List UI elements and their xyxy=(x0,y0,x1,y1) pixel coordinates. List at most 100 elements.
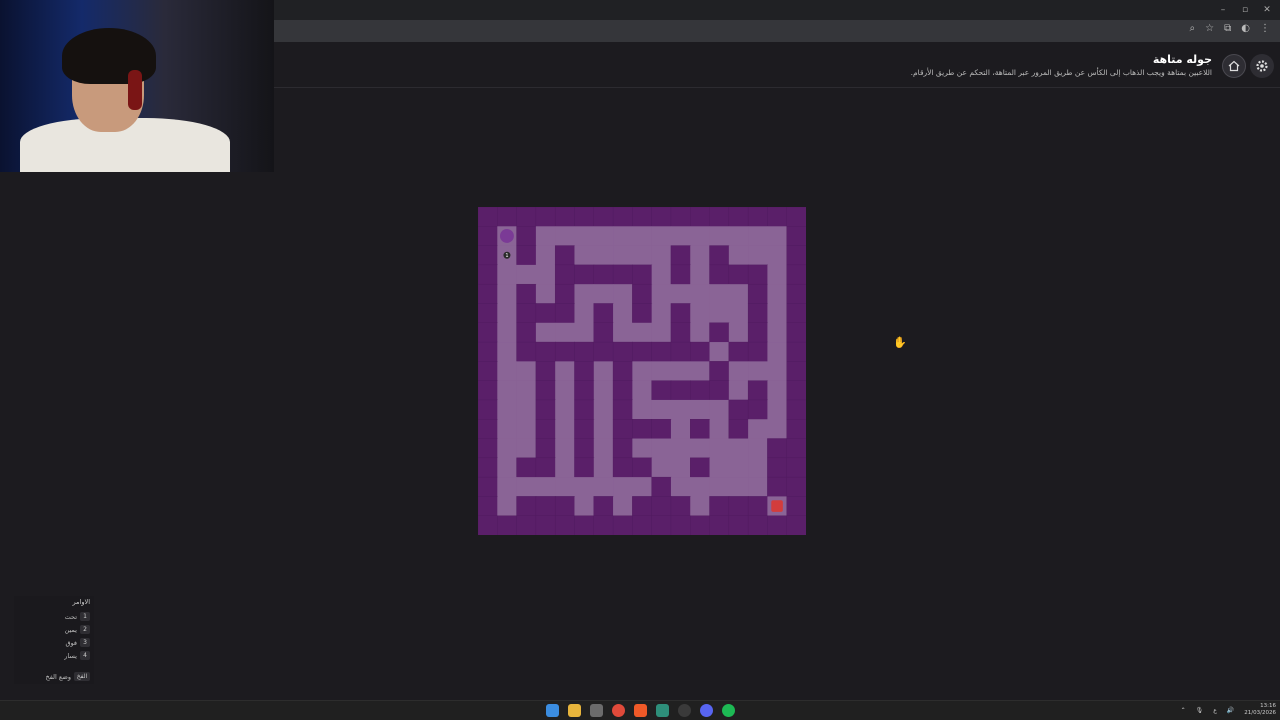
maze-path-cell xyxy=(690,477,710,497)
maze-wall-cell xyxy=(709,515,730,535)
maze-wall-cell xyxy=(747,207,768,227)
maze-wall-cell xyxy=(632,496,653,517)
maze-path-cell xyxy=(670,419,691,439)
maze-wall-cell xyxy=(767,476,788,497)
chrome-icon[interactable] xyxy=(612,704,625,717)
maze-wall-cell xyxy=(670,264,691,285)
maze-wall-cell xyxy=(632,515,653,535)
file-explorer-icon[interactable] xyxy=(568,704,581,717)
page-description: اللاعبين بمتاهة ويجب الذهاب إلى الكأس عن… xyxy=(910,68,1212,77)
command-right: 2 يمين xyxy=(65,625,90,634)
maze-wall-cell xyxy=(786,515,806,535)
maze-wall-cell xyxy=(632,457,653,478)
spotify-icon[interactable] xyxy=(722,704,735,717)
maze-wall-cell xyxy=(690,515,711,535)
maze-path-cell xyxy=(651,438,672,459)
maze-wall-cell xyxy=(516,207,537,227)
maze-wall-cell xyxy=(574,515,595,535)
maze-path-cell xyxy=(670,438,691,459)
maze-wall-cell xyxy=(670,496,691,517)
maze-wall-cell xyxy=(651,496,672,517)
network-volume-icon[interactable]: 🔊 xyxy=(1227,707,1234,714)
maze-path-cell xyxy=(651,226,672,246)
maze-path-cell xyxy=(709,477,730,497)
maze-wall-cell xyxy=(535,496,556,517)
profile-icon[interactable]: ◐ xyxy=(1241,23,1250,34)
maze-path-cell xyxy=(670,399,691,420)
controls-panel: الاوامر 1 تحت 2 يمين 3 فوق 4 يسار الفخ و… xyxy=(14,596,94,684)
maze-wall-cell xyxy=(728,264,749,285)
maze-path-cell xyxy=(497,399,517,420)
settings-button[interactable] xyxy=(1250,54,1274,78)
maze-path-cell xyxy=(613,322,633,343)
maze-wall-cell xyxy=(651,207,672,227)
maze-path-cell xyxy=(535,284,556,304)
command-key: 2 xyxy=(80,625,90,634)
maze-wall-cell xyxy=(747,515,768,535)
maze-wall-cell xyxy=(632,283,653,304)
maze-path-cell xyxy=(748,245,768,266)
maze-wall-cell xyxy=(786,361,806,382)
store-icon[interactable] xyxy=(590,704,603,717)
maze-wall-cell xyxy=(786,245,806,266)
maze-board: 1 xyxy=(478,207,806,535)
maze-path-cell xyxy=(709,438,730,459)
maze-wall-cell xyxy=(651,515,672,535)
system-tray: ⌃ 🎙 ع 🔊 13:16 21/03/2026 xyxy=(1181,703,1276,717)
maze-wall-cell xyxy=(786,303,806,324)
maze-path-cell xyxy=(574,245,595,266)
zoom-icon[interactable]: ⌕ xyxy=(1190,23,1196,34)
maze-path-cell xyxy=(593,477,614,497)
maze-path-cell xyxy=(748,477,768,497)
bookmark-star-icon[interactable]: ☆ xyxy=(1205,23,1214,34)
maximize-button[interactable]: ▫ xyxy=(1236,2,1254,18)
maze-wall-cell xyxy=(747,496,768,517)
maze-wall-cell xyxy=(690,380,711,401)
maze-wall-cell xyxy=(516,457,537,478)
page-title: جوله متاهة xyxy=(1152,53,1212,66)
maze-path-cell xyxy=(651,361,672,381)
mic-icon[interactable]: 🎙 xyxy=(1196,707,1204,714)
command-label: يسار xyxy=(64,651,77,660)
windows-start-icon[interactable] xyxy=(546,704,559,717)
webcam-overlay xyxy=(0,0,274,172)
discord-icon[interactable] xyxy=(700,704,713,717)
maze-wall-cell xyxy=(786,438,806,459)
maze-path-cell xyxy=(497,496,517,517)
maze-path-cell xyxy=(613,284,633,304)
maze-wall-cell xyxy=(670,515,691,535)
maze-wall-cell xyxy=(574,438,595,459)
minimize-button[interactable]: – xyxy=(1214,2,1232,18)
maze-path-cell xyxy=(516,264,537,285)
maze-wall-cell xyxy=(612,264,633,285)
maze-wall-cell xyxy=(516,515,537,535)
home-button[interactable] xyxy=(1222,54,1246,78)
maze-wall-cell xyxy=(728,399,749,420)
maze-wall-cell xyxy=(516,283,537,304)
maze-path-cell xyxy=(574,303,595,324)
app-icon[interactable] xyxy=(656,704,669,717)
maze-wall-cell xyxy=(786,476,806,497)
trap-key: الفخ xyxy=(74,672,90,681)
chevron-up-icon[interactable]: ⌃ xyxy=(1181,707,1186,714)
maze-wall-cell xyxy=(478,515,498,535)
maze-path-cell xyxy=(651,322,672,343)
maze-path-cell xyxy=(728,457,749,478)
close-button[interactable]: ✕ xyxy=(1258,2,1276,18)
maze-path-cell xyxy=(728,284,749,304)
maze-path-cell xyxy=(728,245,749,266)
clock[interactable]: 13:16 21/03/2026 xyxy=(1244,703,1276,717)
obs-icon[interactable] xyxy=(678,704,691,717)
maze-path-cell xyxy=(613,303,633,324)
address-bar[interactable]: ⌕ ☆ ⧉ ◐ ⋮ xyxy=(274,20,1280,42)
extensions-icon[interactable]: ⧉ xyxy=(1224,23,1231,34)
maze-wall-cell xyxy=(554,515,575,535)
menu-dots-icon[interactable]: ⋮ xyxy=(1260,23,1270,34)
command-up: 3 فوق xyxy=(65,638,90,647)
brave-icon[interactable] xyxy=(634,704,647,717)
maze-wall-cell xyxy=(651,476,672,497)
maze-path-cell xyxy=(651,245,672,266)
maze-wall-cell xyxy=(574,457,595,478)
language-indicator[interactable]: ع xyxy=(1213,707,1217,714)
maze-path-cell xyxy=(767,342,788,362)
